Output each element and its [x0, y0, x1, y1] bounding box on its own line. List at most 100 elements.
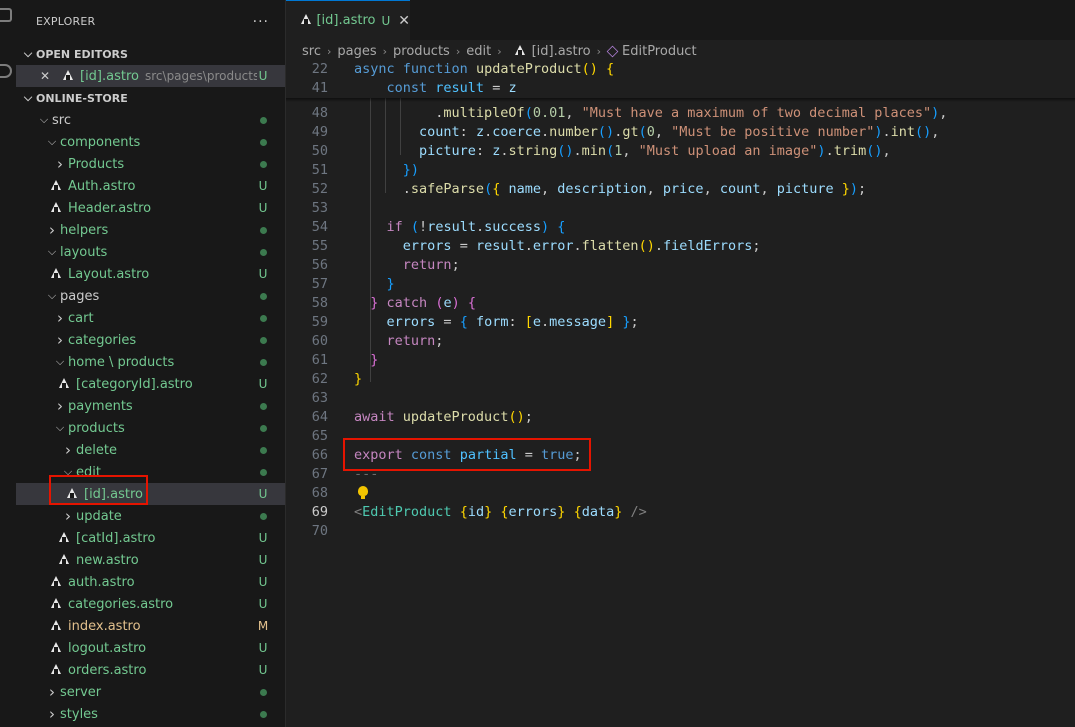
code-line: 60 return;	[286, 332, 1075, 351]
breadcrumb-item[interactable]: src	[302, 44, 321, 59]
code-line: 50 picture: z.string().min(1, "Must uplo…	[286, 142, 1075, 161]
code-token: .	[541, 314, 550, 330]
code-token: )	[817, 143, 826, 159]
line-number: 68	[311, 485, 328, 501]
line-number: 70	[311, 523, 328, 539]
tree-file[interactable]: new.astro U	[16, 549, 285, 571]
tree-folder[interactable]: ⌵ components	[16, 131, 285, 153]
breadcrumb-item[interactable]: EditProduct	[622, 44, 697, 59]
tree-folder[interactable]: › styles	[16, 703, 285, 725]
git-changes-dot	[260, 425, 267, 432]
line-number: 54	[311, 219, 328, 235]
astro-file-icon	[50, 201, 62, 215]
code-token: ;	[858, 181, 867, 197]
tree-folder[interactable]: › Products	[16, 153, 285, 175]
line-number: 64	[311, 409, 328, 425]
code-token: ---	[354, 466, 379, 482]
open-editors-section[interactable]: ⌵ OPEN EDITORS	[16, 43, 285, 65]
tree-file[interactable]: orders.astro U	[16, 659, 285, 681]
code-token: )	[541, 219, 550, 235]
code-line: 48 .multipleOf(0.01, "Must have a maximu…	[286, 104, 1075, 123]
code-line: 61 }	[286, 351, 1075, 370]
breadcrumb-item[interactable]: pages	[337, 44, 376, 59]
files-icon[interactable]	[0, 8, 12, 22]
breadcrumb: src › pages › products › edit › [id].ast…	[286, 40, 1075, 62]
code-token: await	[354, 409, 403, 425]
project-section[interactable]: ⌵ ONLINE-STORE	[16, 87, 285, 109]
code-token: id	[467, 504, 485, 520]
tree-file[interactable]: [categoryId].astro U	[16, 373, 285, 395]
code-token: catch	[386, 295, 436, 311]
tree-folder[interactable]: › delete	[16, 439, 285, 461]
code-token: .	[882, 124, 891, 140]
code-line: 59 errors = { form: [e.message] };	[286, 313, 1075, 332]
tree-file[interactable]: logout.astro U	[16, 637, 285, 659]
code-token: return	[402, 257, 452, 273]
tree-file[interactable]: Auth.astro U	[16, 175, 285, 197]
git-status-badge: U	[258, 487, 268, 501]
tree-folder[interactable]: ⌵ home \ products	[16, 351, 285, 373]
code-token: fieldErrors	[662, 238, 753, 254]
tree-file[interactable]: Header.astro U	[16, 197, 285, 219]
code-token: {	[459, 314, 476, 330]
code-token: .	[573, 143, 582, 159]
tree-folder[interactable]: ⌵ src	[16, 109, 285, 131]
code-text: errors = result.error.flatten().fieldErr…	[354, 237, 761, 256]
breadcrumb-item[interactable]: [id].astro	[532, 44, 591, 59]
code-token: string	[508, 143, 558, 159]
line-number: 63	[311, 390, 328, 406]
breadcrumb-item[interactable]: edit	[466, 44, 491, 59]
code-token: (	[638, 124, 647, 140]
tree-folder[interactable]: ⌵ layouts	[16, 241, 285, 263]
more-actions-icon[interactable]: ···	[253, 14, 269, 30]
tree-folder[interactable]: ⌵ products	[16, 417, 285, 439]
tree-file[interactable]: index.astro M	[16, 615, 285, 637]
tree-folder[interactable]: › categories	[16, 329, 285, 351]
code-token: description	[557, 181, 647, 197]
code-line: 63	[286, 389, 1075, 408]
tree-file[interactable]: [catId].astro U	[16, 527, 285, 549]
chevron-right-icon: ›	[57, 397, 63, 415]
close-icon[interactable]: ✕	[40, 69, 54, 83]
tree-folder[interactable]: › server	[16, 681, 285, 703]
tree-file[interactable]: Layout.astro U	[16, 263, 285, 285]
code-token: count	[719, 181, 761, 197]
code-token: ()	[638, 238, 655, 254]
code-text: errors = { form: [e.message] };	[354, 313, 639, 332]
code-line: 53	[286, 199, 1075, 218]
search-icon[interactable]	[0, 64, 12, 78]
git-status-badge: U	[258, 575, 268, 589]
tree-folder[interactable]: › helpers	[16, 219, 285, 241]
chevron-right-icon: ›	[57, 155, 63, 173]
tree-item-label: pages	[60, 288, 100, 304]
astro-file-icon	[50, 663, 62, 677]
code-token: true	[540, 447, 574, 463]
open-editor-item[interactable]: ✕ [id].astro src\pages\products\... U	[16, 65, 285, 87]
tree-file[interactable]: auth.astro U	[16, 571, 285, 593]
tree-file[interactable]: [id].astro U	[16, 483, 285, 505]
close-tab-icon[interactable]: ✕	[398, 13, 410, 29]
tree-folder[interactable]: ⌵ edit	[16, 461, 285, 483]
tree-folder[interactable]: › update	[16, 505, 285, 527]
tree-folder[interactable]: › cart	[16, 307, 285, 329]
lightbulb-icon[interactable]	[358, 486, 368, 499]
tree-file[interactable]: categories.astro U	[16, 593, 285, 615]
tree-item-label: logout.astro	[68, 640, 147, 656]
tab-id-astro[interactable]: [id].astro U ✕	[286, 0, 410, 40]
chevron-right-icon: ›	[65, 441, 71, 459]
chevron-down-icon: ⌵	[63, 465, 73, 478]
git-status-badge: U	[258, 663, 268, 677]
breadcrumb-item[interactable]: products	[393, 44, 450, 59]
line-number: 52	[311, 181, 328, 197]
line-number: 65	[311, 428, 328, 444]
tree-folder[interactable]: › payments	[16, 395, 285, 417]
tree-folder[interactable]: ⌵ pages	[16, 285, 285, 307]
tree-item-label: categories.astro	[68, 596, 174, 612]
code-token: coerce	[492, 124, 541, 140]
code-token: ) {	[451, 295, 476, 311]
astro-file-icon	[50, 179, 62, 193]
code-line: 70	[286, 522, 1075, 541]
code-text: ---	[354, 465, 378, 484]
astro-file-icon	[62, 69, 74, 83]
